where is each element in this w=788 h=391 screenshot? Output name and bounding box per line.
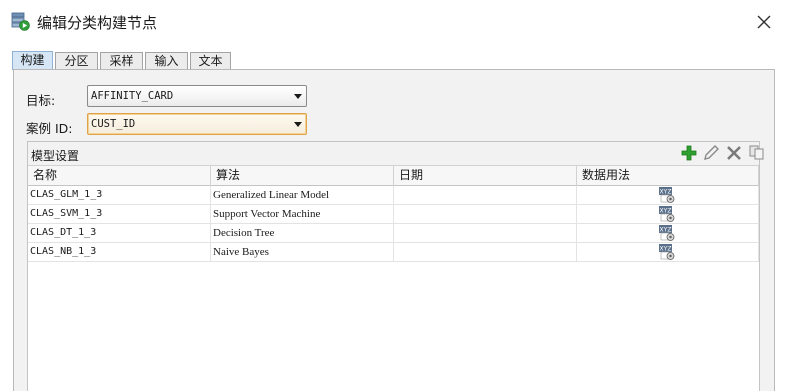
tab-text[interactable]: 文本 xyxy=(190,52,231,70)
case-id-label: 案例 ID: xyxy=(26,121,73,136)
column-header-algorithm[interactable]: 算法 xyxy=(211,166,394,186)
case-id-value: CUST_ID xyxy=(91,118,136,130)
tab-sampling[interactable]: 采样 xyxy=(100,52,143,70)
window-title: 编辑分类构建节点 xyxy=(37,14,158,32)
column-header-data-usage[interactable]: 数据用法 xyxy=(577,166,759,186)
model-date xyxy=(394,205,577,224)
copy-icon[interactable] xyxy=(748,144,766,162)
model-date xyxy=(394,243,577,262)
data-usage-cell: XYZ xyxy=(577,205,759,224)
model-settings-panel: 模型设置 名称 算法 日期 数据用法 CLAS_GLM_1_3 Generali… xyxy=(27,141,764,391)
model-algorithm: Support Vector Machine xyxy=(211,205,394,224)
svg-text:XYZ: XYZ xyxy=(660,227,672,234)
target-dropdown[interactable]: AFFINITY_CARD xyxy=(87,85,307,107)
model-algorithm: Naive Bayes xyxy=(211,243,394,262)
data-usage-cell: XYZ xyxy=(577,243,759,262)
edit-icon[interactable] xyxy=(702,144,720,162)
svg-text:XYZ: XYZ xyxy=(660,208,672,215)
model-date xyxy=(394,186,577,205)
column-header-date[interactable]: 日期 xyxy=(394,166,577,186)
model-name: CLAS_NB_1_3 xyxy=(28,243,211,262)
chevron-down-icon xyxy=(294,122,302,127)
title-bar: 编辑分类构建节点 xyxy=(0,0,788,44)
tab-build[interactable]: 构建 xyxy=(12,51,53,70)
model-algorithm: Decision Tree xyxy=(211,224,394,243)
model-name: CLAS_SVM_1_3 xyxy=(28,205,211,224)
xml-settings-icon[interactable]: XYZ xyxy=(658,224,676,242)
tab-strip: 构建 分区 采样 输入 文本 xyxy=(12,51,776,70)
table-row[interactable]: CLAS_NB_1_3 Naive Bayes XYZ xyxy=(28,243,759,262)
target-label: 目标: xyxy=(26,93,56,108)
case-id-dropdown[interactable]: CUST_ID xyxy=(87,113,307,135)
table-row[interactable]: CLAS_SVM_1_3 Support Vector Machine XYZ xyxy=(28,205,759,224)
data-usage-cell: XYZ xyxy=(577,186,759,205)
svg-text:XYZ: XYZ xyxy=(660,189,672,196)
model-date xyxy=(394,224,577,243)
build-tab-panel: 目标: AFFINITY_CARD 案例 ID: CUST_ID 模型设置 名称… xyxy=(13,69,775,391)
model-settings-title: 模型设置 xyxy=(31,149,80,163)
tab-partition[interactable]: 分区 xyxy=(55,52,98,70)
table-row[interactable]: CLAS_GLM_1_3 Generalized Linear Model XY… xyxy=(28,186,759,205)
build-node-icon xyxy=(11,12,30,31)
add-icon[interactable] xyxy=(680,144,698,162)
delete-icon[interactable] xyxy=(725,144,743,162)
svg-text:XYZ: XYZ xyxy=(660,246,672,253)
data-usage-cell: XYZ xyxy=(577,224,759,243)
column-header-name[interactable]: 名称 xyxy=(28,166,211,186)
model-settings-header: 模型设置 xyxy=(28,142,764,165)
tab-input[interactable]: 输入 xyxy=(145,52,188,70)
close-icon[interactable] xyxy=(752,10,776,34)
target-value: AFFINITY_CARD xyxy=(91,90,174,102)
model-name: CLAS_DT_1_3 xyxy=(28,224,211,243)
table-row[interactable]: CLAS_DT_1_3 Decision Tree XYZ xyxy=(28,224,759,243)
model-algorithm: Generalized Linear Model xyxy=(211,186,394,205)
xml-settings-icon[interactable]: XYZ xyxy=(658,243,676,261)
model-name: CLAS_GLM_1_3 xyxy=(28,186,211,205)
xml-settings-icon[interactable]: XYZ xyxy=(658,205,676,223)
chevron-down-icon xyxy=(294,94,302,99)
table-header: 名称 算法 日期 数据用法 xyxy=(28,165,759,186)
xml-settings-icon[interactable]: XYZ xyxy=(658,186,676,204)
